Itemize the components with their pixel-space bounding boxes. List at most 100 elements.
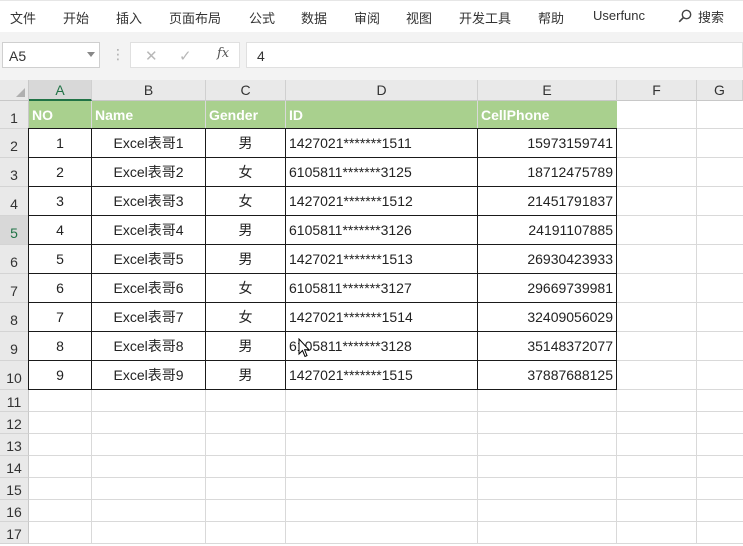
table-cell-id[interactable]: 6105811*******3128: [286, 332, 478, 361]
row-header-1[interactable]: 1: [0, 101, 29, 129]
row-header-9[interactable]: 9: [0, 332, 29, 361]
insert-function-icon[interactable]: fx: [217, 46, 229, 61]
column-header-f[interactable]: F: [617, 80, 697, 101]
table-cell-cellphone[interactable]: 29669739981: [478, 274, 617, 303]
row-header-12[interactable]: 12: [0, 412, 29, 434]
table-cell-id[interactable]: 1427021*******1512: [286, 187, 478, 216]
table-cell-id[interactable]: 1427021*******1513: [286, 245, 478, 274]
row-header-11[interactable]: 11: [0, 390, 29, 412]
table-header-cellphone[interactable]: CellPhone: [478, 101, 617, 129]
gridline: [29, 433, 743, 434]
table-cell-no[interactable]: 7: [29, 303, 92, 332]
tab-help[interactable]: 帮助: [538, 8, 564, 27]
tab-view[interactable]: 视图: [406, 8, 432, 27]
table-cell-id[interactable]: 6105811*******3126: [286, 216, 478, 245]
row-header-5[interactable]: 5: [0, 216, 29, 245]
table-cell-id[interactable]: 6105811*******3125: [286, 158, 478, 187]
cancel-icon[interactable]: ✕: [145, 47, 158, 65]
table-header-id[interactable]: ID: [286, 101, 477, 129]
row-header-8[interactable]: 8: [0, 303, 29, 332]
enter-icon[interactable]: ✓: [179, 47, 192, 65]
name-box[interactable]: A5: [2, 42, 100, 68]
table-cell-gender[interactable]: 女: [206, 187, 286, 216]
chevron-down-icon[interactable]: [87, 52, 95, 57]
table-cell-cellphone[interactable]: 32409056029: [478, 303, 617, 332]
table-cell-id[interactable]: 1427021*******1515: [286, 361, 478, 390]
table-cell-gender[interactable]: 女: [206, 158, 286, 187]
row-header-3[interactable]: 3: [0, 158, 29, 187]
table-cell-no[interactable]: 4: [29, 216, 92, 245]
table-header-no[interactable]: NO: [29, 101, 91, 129]
table-cell-no[interactable]: 8: [29, 332, 92, 361]
tab-data[interactable]: 数据: [301, 8, 327, 27]
table-cell-cellphone[interactable]: 18712475789: [478, 158, 617, 187]
table-cell-no[interactable]: 5: [29, 245, 92, 274]
table-cell-gender[interactable]: 女: [206, 274, 286, 303]
table-cell-gender[interactable]: 男: [206, 332, 286, 361]
tab-page-layout[interactable]: 页面布局: [169, 8, 221, 27]
row-header-2[interactable]: 2: [0, 129, 29, 158]
table-cell-gender[interactable]: 男: [206, 216, 286, 245]
table-cell-no[interactable]: 6: [29, 274, 92, 303]
table-cell-no[interactable]: 1: [29, 129, 92, 158]
row-header-16[interactable]: 16: [0, 500, 29, 522]
table-cell-id[interactable]: 1427021*******1514: [286, 303, 478, 332]
formula-actions: ✕ ✓ fx: [130, 42, 240, 68]
table-cell-no[interactable]: 2: [29, 158, 92, 187]
formula-input[interactable]: 4: [246, 42, 743, 68]
column-header-d[interactable]: D: [286, 80, 478, 101]
table-cell-gender[interactable]: 男: [206, 361, 286, 390]
row-header-6[interactable]: 6: [0, 245, 29, 274]
column-header-e[interactable]: E: [478, 80, 617, 101]
table-cell-cellphone[interactable]: 26930423933: [478, 245, 617, 274]
row-header-10[interactable]: 10: [0, 361, 29, 390]
tab-insert[interactable]: 插入: [116, 8, 142, 27]
row-header-4[interactable]: 4: [0, 187, 29, 216]
table-cell-no[interactable]: 3: [29, 187, 92, 216]
table-cell-name[interactable]: Excel表哥8: [92, 332, 206, 361]
tab-review[interactable]: 审阅: [354, 8, 380, 27]
tab-home[interactable]: 开始: [63, 8, 89, 27]
search-box[interactable]: 搜索: [678, 6, 724, 26]
tab-userfunc[interactable]: Userfunc: [593, 8, 645, 23]
column-header-g[interactable]: G: [697, 80, 743, 101]
table-cell-cellphone[interactable]: 15973159741: [478, 129, 617, 158]
table-cell-name[interactable]: Excel表哥7: [92, 303, 206, 332]
tab-developer[interactable]: 开发工具: [459, 8, 511, 27]
table-cell-id[interactable]: 1427021*******1511: [286, 129, 478, 158]
column-header-a[interactable]: A: [29, 80, 92, 101]
select-all-button[interactable]: [0, 80, 29, 101]
column-header-b[interactable]: B: [92, 80, 206, 101]
table-cell-gender[interactable]: 女: [206, 303, 286, 332]
table-cell-id[interactable]: 6105811*******3127: [286, 274, 478, 303]
row-header-14[interactable]: 14: [0, 456, 29, 478]
search-icon: [678, 9, 692, 23]
tab-formulas[interactable]: 公式: [249, 8, 275, 27]
more-options-icon[interactable]: ⋮: [111, 46, 125, 63]
table-cell-name[interactable]: Excel表哥5: [92, 245, 206, 274]
row-header-7[interactable]: 7: [0, 274, 29, 303]
gridline: [29, 455, 743, 456]
tab-file[interactable]: 文件: [10, 8, 36, 27]
ribbon-tab-bar: 文件 开始 插入 页面布局 公式 数据 审阅 视图 开发工具 帮助 Userfu…: [0, 0, 743, 33]
table-cell-no[interactable]: 9: [29, 361, 92, 390]
gridline: [29, 499, 743, 500]
table-header-gender[interactable]: Gender: [206, 101, 285, 129]
table-cell-cellphone[interactable]: 35148372077: [478, 332, 617, 361]
table-cell-cellphone[interactable]: 37887688125: [478, 361, 617, 390]
row-header-17[interactable]: 17: [0, 522, 29, 544]
table-cell-gender[interactable]: 男: [206, 129, 286, 158]
row-header-13[interactable]: 13: [0, 434, 29, 456]
table-cell-name[interactable]: Excel表哥9: [92, 361, 206, 390]
table-cell-name[interactable]: Excel表哥4: [92, 216, 206, 245]
table-cell-name[interactable]: Excel表哥6: [92, 274, 206, 303]
table-cell-cellphone[interactable]: 21451791837: [478, 187, 617, 216]
table-header-name[interactable]: Name: [92, 101, 205, 129]
column-header-c[interactable]: C: [206, 80, 286, 101]
row-header-15[interactable]: 15: [0, 478, 29, 500]
table-cell-cellphone[interactable]: 24191107885: [478, 216, 617, 245]
table-cell-name[interactable]: Excel表哥1: [92, 129, 206, 158]
table-cell-name[interactable]: Excel表哥2: [92, 158, 206, 187]
table-cell-gender[interactable]: 男: [206, 245, 286, 274]
table-cell-name[interactable]: Excel表哥3: [92, 187, 206, 216]
